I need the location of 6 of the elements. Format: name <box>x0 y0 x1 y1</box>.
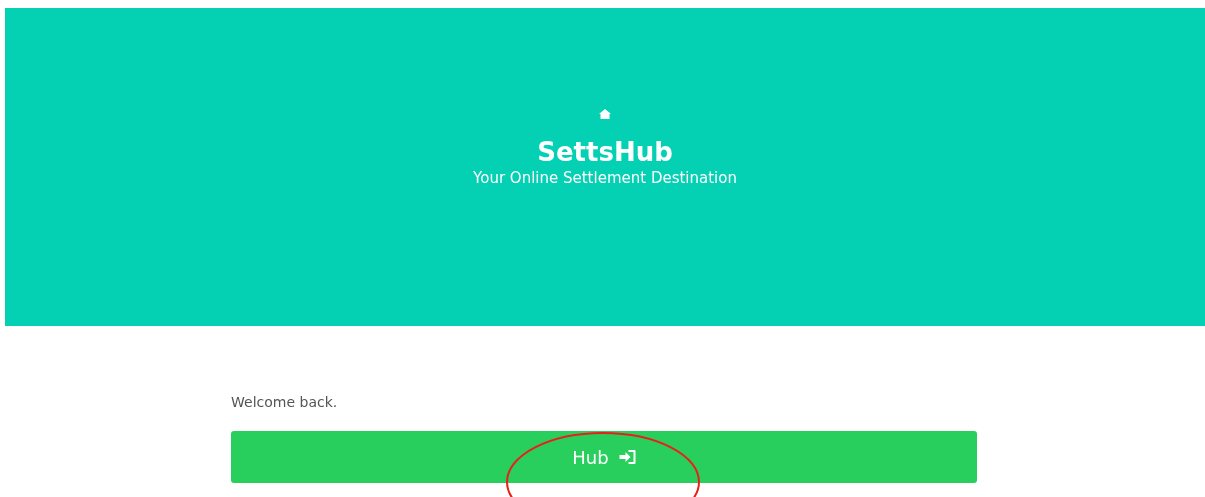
home-icon <box>599 109 611 119</box>
welcome-text: Welcome back. <box>231 393 339 412</box>
site-title: SettsHub <box>537 136 673 168</box>
site-tagline: Your Online Settlement Destination <box>473 168 737 188</box>
sign-in-icon <box>618 450 636 464</box>
hub-button[interactable]: Hub <box>231 431 977 483</box>
